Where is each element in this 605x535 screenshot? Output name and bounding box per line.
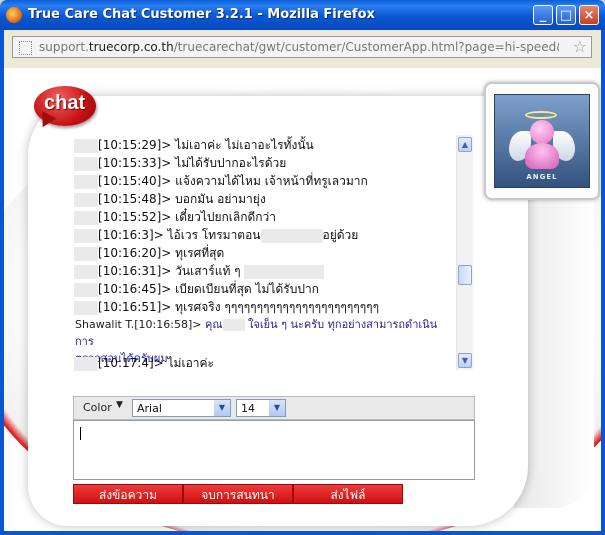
color-picker-label[interactable]: Color (83, 401, 112, 414)
bookmark-star-icon[interactable]: ☆ (573, 37, 587, 56)
url-text[interactable]: support.truecorp.co.th/truecarechat/gwt/… (39, 40, 559, 54)
angel-avatar-image: ANGEL (494, 94, 590, 188)
send-message-button[interactable]: ส่งข้อความ (73, 484, 183, 504)
angel-body (525, 143, 559, 169)
window-frame-bottom (0, 531, 605, 535)
chat-message: [10:17:4]> ไม่เอาค่ะ (74, 354, 214, 372)
agent-name: Shawalit T.[10:16:58]> (75, 318, 202, 331)
chat-message: [10:16:3]> ไอ้เวร โทรมาตอน อยู่ด้วย (74, 226, 358, 245)
send-file-button[interactable]: ส่งไฟล์ (293, 484, 403, 504)
agent-avatar: ANGEL (484, 82, 600, 200)
window-titlebar: True Care Chat Customer 3.2.1 - Mozilla … (0, 0, 605, 30)
chat-message: [10:15:29]> ไม่เอาค่ะ ไม่เอาอะไรทั้งนั้น (74, 136, 314, 155)
transcript-scrollbar[interactable]: ▲ ▼ (456, 135, 473, 370)
chat-message: [10:16:20]> ทุเรศที่สุด (74, 244, 224, 263)
format-toolbar: Color ▼ Arial ▼ 14 ▼ (73, 396, 475, 420)
font-size-select[interactable]: 14 ▼ (236, 399, 286, 417)
chat-message: [10:15:48]> บอกมัน อย่ามายุ่ง (74, 190, 266, 209)
message-input[interactable] (73, 420, 475, 480)
chat-message: [10:15:33]> ไม่ได้รับปากอะไรด้วย (74, 154, 286, 173)
window-frame-right (601, 30, 605, 535)
url-field[interactable]: support.truecorp.co.th/truecarechat/gwt/… (12, 36, 592, 58)
end-chat-button[interactable]: จบการสนทนา (183, 484, 293, 504)
text-caret (80, 427, 81, 440)
chevron-down-icon[interactable]: ▼ (269, 400, 285, 416)
maximize-button[interactable]: □ (556, 5, 576, 25)
page-icon (19, 41, 32, 55)
scroll-up-button[interactable]: ▲ (458, 137, 472, 152)
chevron-down-icon[interactable]: ▼ (214, 400, 230, 416)
color-dropdown-icon[interactable]: ▼ (116, 400, 123, 410)
angel-head (530, 120, 554, 144)
chat-message: [10:16:45]> เบียดเบียนที่สุด ไม่ได้รับปา… (74, 280, 319, 299)
chat-transcript: [10:15:29]> ไม่เอาค่ะ ไม่เอาอะไรทั้งนั้น… (74, 134, 459, 372)
firefox-icon (6, 7, 22, 23)
chat-logo-text: chat (44, 92, 86, 114)
scroll-down-button[interactable]: ▼ (458, 353, 472, 368)
close-button[interactable]: × (579, 5, 599, 25)
avatar-label: ANGEL (526, 173, 558, 181)
chat-message: [10:16:31]> วันเสาร์แท้ ๆ (74, 262, 325, 281)
chat-message: [10:15:52]> เดี๋ยวไปยกเลิกดีกว่า (74, 208, 276, 227)
halo (525, 111, 557, 119)
address-bar: support.truecorp.co.th/truecarechat/gwt/… (4, 30, 601, 68)
window-title: True Care Chat Customer 3.2.1 - Mozilla … (28, 7, 375, 22)
chat-message: [10:16:51]> ทุเรศจริง ๆๆๆๆๆๆๆๆๆๆๆๆๆๆๆๆๆๆ… (74, 298, 379, 317)
chat-message: [10:15:40]> แจ้งความได้ไหม เจ้าหน้าที่ทร… (74, 172, 368, 191)
font-select[interactable]: Arial ▼ (132, 399, 231, 417)
action-buttons: ส่งข้อความ จบการสนทนา ส่งไฟล์ (73, 484, 403, 504)
minimize-button[interactable]: _ (533, 5, 553, 25)
chat-page: chat ANGEL [10:15:29]> ไม่เอาค่ะ ไม่เอาอ… (4, 68, 601, 531)
scroll-thumb[interactable] (458, 265, 472, 285)
